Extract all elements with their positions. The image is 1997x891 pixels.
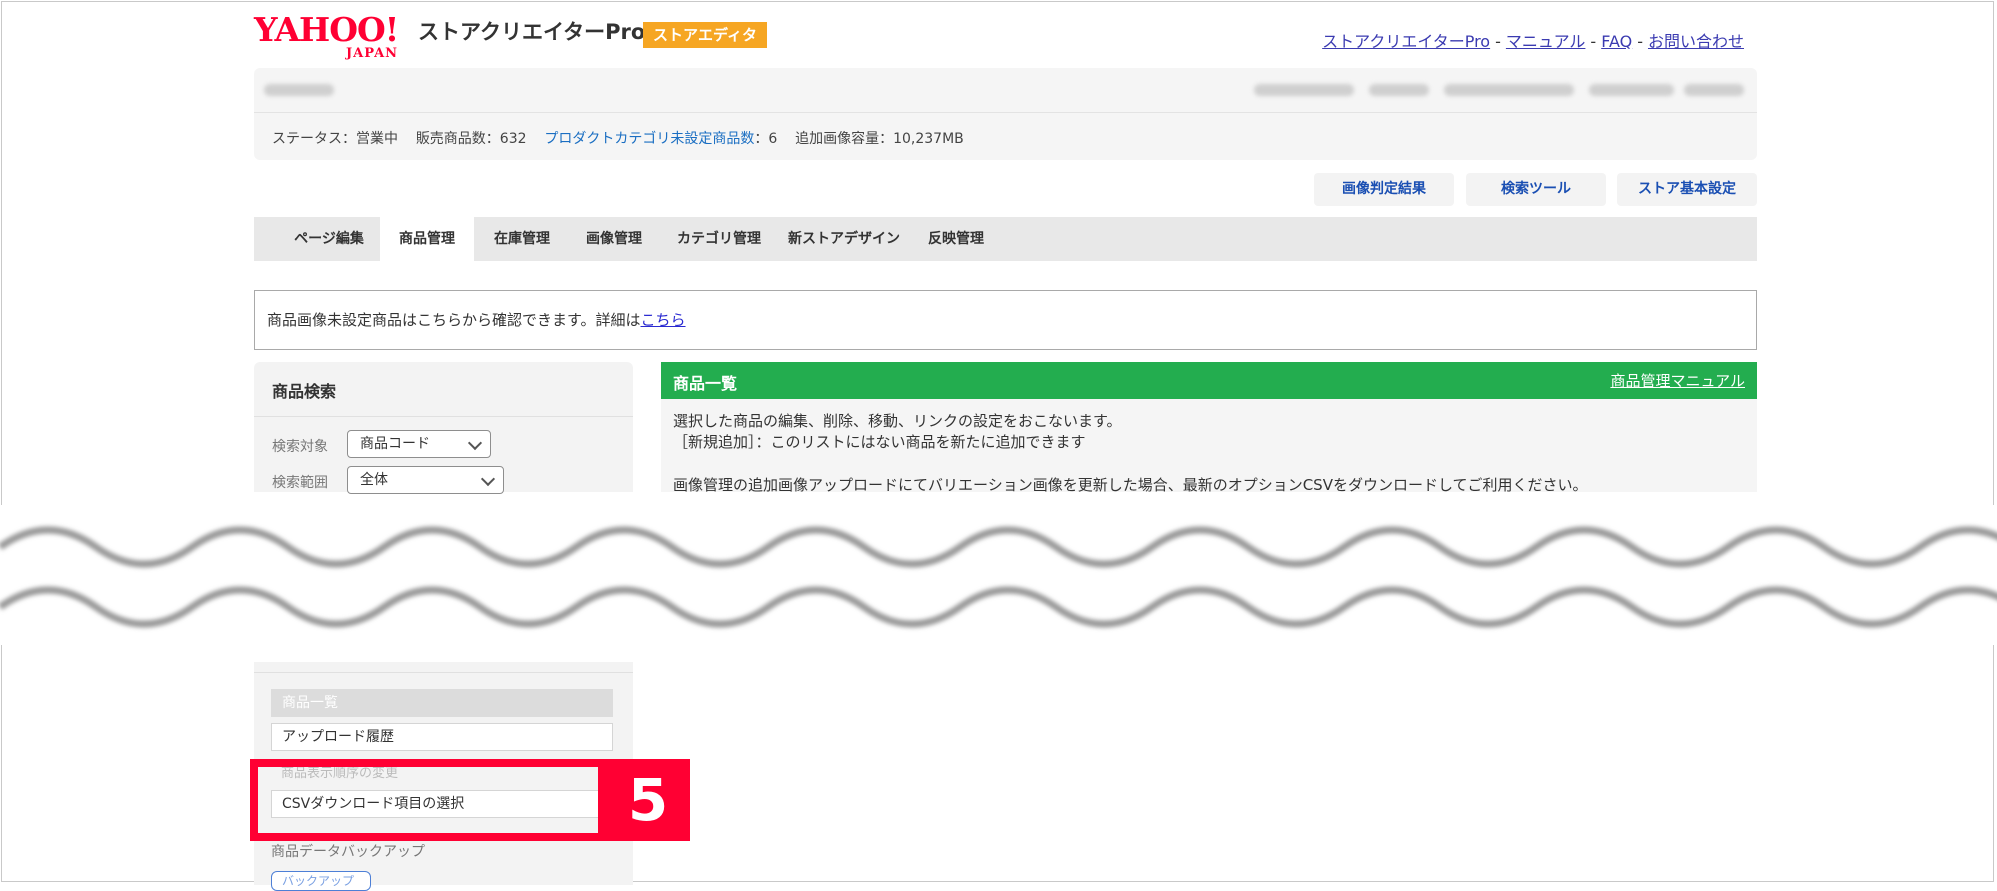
- description-line: 選択した商品の編集、削除、移動、リンクの設定をおこないます。: [673, 412, 1122, 430]
- tab-product-management[interactable]: 商品管理: [380, 217, 474, 261]
- step-number-badge: 5: [606, 759, 690, 841]
- link-manual[interactable]: マニュアル: [1506, 32, 1586, 51]
- tab-inventory[interactable]: 在庫管理: [480, 217, 564, 261]
- backup-button[interactable]: バックアップ: [271, 871, 371, 891]
- search-target-value: 商品コード: [360, 436, 430, 452]
- search-range-select[interactable]: 全体: [347, 466, 504, 494]
- tab-page-edit[interactable]: ページ編集: [284, 217, 374, 261]
- blurred-store-info: [1369, 84, 1429, 96]
- blurred-store-info: [1254, 84, 1354, 96]
- search-tool-button[interactable]: 検索ツール: [1466, 173, 1606, 206]
- description-line: 画像管理の追加画像アップロードにてバリエーション画像を更新した場合、最新のオプシ…: [673, 476, 1588, 494]
- status-text: ステータス：営業中: [272, 131, 398, 147]
- logo-text: YAHOO!: [254, 10, 399, 49]
- logo-subtext: JAPAN: [346, 46, 399, 61]
- link-separator: -: [1495, 32, 1501, 51]
- notice-box: 商品画像未設定商品はこちらから確認できます。詳細はこちら: [254, 290, 1757, 350]
- description-line: ［新規追加］：このリストにはない商品を新たに追加できます: [673, 433, 1086, 451]
- chevron-down-icon: [480, 471, 496, 487]
- section-break-wave: [0, 505, 1997, 645]
- tab-publish[interactable]: 反映管理: [914, 217, 998, 261]
- link-separator: -: [1590, 32, 1597, 51]
- sales-count: 販売商品数：632: [415, 131, 527, 147]
- blurred-store-id: [264, 84, 334, 96]
- link-contact[interactable]: お問い合わせ: [1648, 32, 1744, 51]
- chevron-down-icon: [467, 435, 483, 451]
- store-editor-badge: ストアエディタ: [643, 22, 767, 48]
- notice-link[interactable]: こちら: [641, 311, 686, 329]
- search-title: 商品検索: [272, 382, 337, 401]
- app-title: ストアクリエイターPro: [418, 20, 646, 44]
- menu-item-product-list[interactable]: 商品一覧: [271, 689, 613, 717]
- product-list-description: 選択した商品の編集、削除、移動、リンクの設定をおこないます。 ［新規追加］：この…: [661, 399, 1757, 494]
- product-search-panel: 商品検索 検索対象 商品コード 検索範囲 全体: [254, 362, 633, 494]
- notice-text: 商品画像未設定商品はこちらから確認できます。詳細は: [267, 311, 641, 329]
- search-target-select[interactable]: 商品コード: [347, 430, 491, 458]
- product-manual-link[interactable]: 商品管理マニュアル: [1610, 370, 1745, 391]
- link-separator: -: [1637, 32, 1643, 51]
- backup-label: 商品データバックアップ: [271, 844, 425, 860]
- uncategorized-value: ：6: [754, 131, 778, 147]
- tab-images[interactable]: 画像管理: [572, 217, 656, 261]
- search-target-label: 検索対象: [272, 439, 328, 455]
- blurred-store-info: [1684, 84, 1744, 96]
- yahoo-japan-logo[interactable]: YAHOO! JAPAN: [254, 10, 414, 62]
- main-tabs: ページ編集 商品管理 在庫管理 画像管理 カテゴリ管理 新ストアデザイン 反映管…: [254, 217, 1757, 261]
- blurred-store-info: [1589, 84, 1674, 96]
- image-judgment-button[interactable]: 画像判定結果: [1314, 173, 1454, 206]
- search-range-value: 全体: [360, 472, 388, 488]
- divider: [254, 672, 633, 673]
- store-status-line: ステータス：営業中 販売商品数：632 プロダクトカテゴリ未設定商品数：6 追加…: [272, 128, 964, 148]
- tab-new-store-design[interactable]: 新ストアデザイン: [782, 217, 906, 261]
- tab-categories[interactable]: カテゴリ管理: [664, 217, 774, 261]
- product-list-title: 商品一覧: [673, 374, 738, 393]
- store-info-box: ステータス：営業中 販売商品数：632 プロダクトカテゴリ未設定商品数：6 追加…: [254, 68, 1757, 160]
- highlight-frame: [250, 759, 606, 841]
- header-links: ストアクリエイターPro - マニュアル - FAQ - お問い合わせ: [1322, 28, 1744, 52]
- uncategorized-link[interactable]: プロダクトカテゴリ未設定商品数: [544, 131, 754, 147]
- divider: [254, 416, 633, 417]
- menu-item-upload-history[interactable]: アップロード履歴: [271, 723, 613, 751]
- product-list-header: 商品一覧 商品管理マニュアル: [661, 362, 1757, 399]
- store-settings-button[interactable]: ストア基本設定: [1617, 173, 1757, 206]
- link-faq[interactable]: FAQ: [1601, 32, 1632, 51]
- image-capacity: 追加画像容量：10,237MB: [795, 131, 964, 147]
- store-id-row: [254, 68, 1757, 113]
- search-range-label: 検索範囲: [272, 475, 328, 491]
- blurred-store-info: [1444, 84, 1574, 96]
- link-store-creator-pro[interactable]: ストアクリエイターPro: [1322, 32, 1490, 51]
